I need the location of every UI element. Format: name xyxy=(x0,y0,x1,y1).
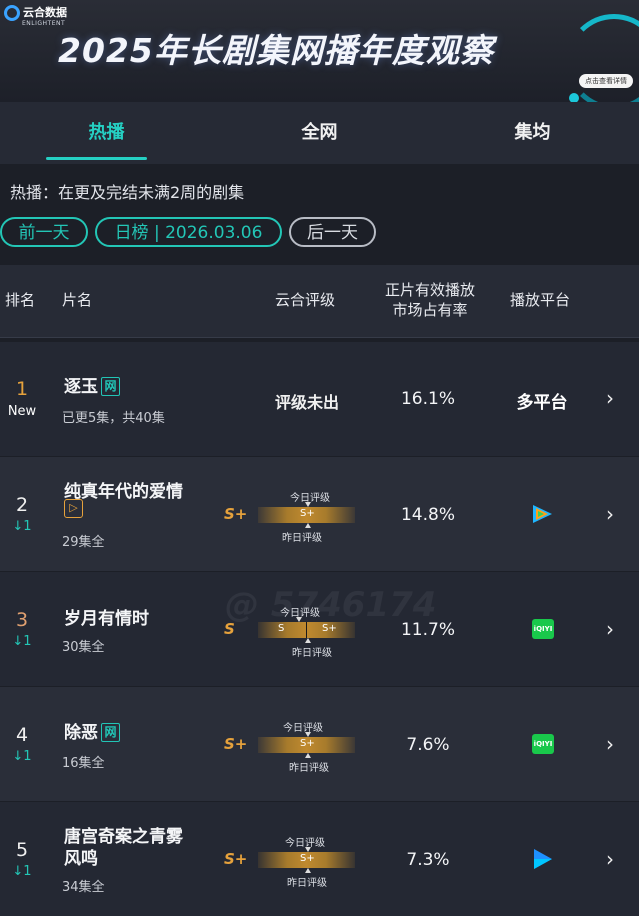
today-rating-label: 今日评级 xyxy=(283,723,323,734)
rank-change: ↓1 xyxy=(12,634,32,649)
promo-banner[interactable]: 云合数据 ENLIGHTENT 2025年长剧集网播年度观察 点击查看详情 xyxy=(0,0,639,102)
table-row[interactable]: 3 ↓1 岁月有情时 30集全 S 今日评级 S S+ 昨日评级 11.7% i… xyxy=(0,572,639,686)
chevron-right-icon[interactable]: › xyxy=(606,502,614,526)
market-share: 14.8% xyxy=(400,505,455,525)
iqiyi-icon[interactable]: iQIYI xyxy=(532,619,554,639)
market-share: 11.7% xyxy=(400,620,455,640)
episode-info: 30集全 xyxy=(62,640,105,655)
prev-day-button[interactable]: 前一天 xyxy=(0,217,88,247)
rating-bar: S+ xyxy=(258,852,355,868)
current-grade: S+ xyxy=(224,735,248,753)
yesterday-rating-label: 昨日评级 xyxy=(289,763,329,774)
rank-change: ↓1 xyxy=(12,864,32,879)
drama-title-line2: 风鸣 xyxy=(64,849,98,869)
bar-divider xyxy=(306,622,307,638)
play-badge-icon: ▷ xyxy=(64,499,83,518)
yesterday-marker-icon xyxy=(305,523,311,528)
bar-grade: S+ xyxy=(300,508,315,519)
tab-label: 热播 xyxy=(88,122,125,143)
episode-info: 29集全 xyxy=(62,535,105,550)
header-name: 片名 xyxy=(62,291,93,309)
chevron-right-icon[interactable]: › xyxy=(606,732,614,756)
iqiyi-icon[interactable]: iQIYI xyxy=(532,734,554,754)
yesterday-rating-label: 昨日评级 xyxy=(292,648,332,659)
rating-status: 评级未出 xyxy=(275,393,340,412)
current-grade: S+ xyxy=(224,505,248,523)
table-row[interactable]: 4 ↓1 除恶网 16集全 S+ 今日评级 S+ 昨日评级 7.6% iQIYI… xyxy=(0,687,639,801)
bar-grade: S xyxy=(278,623,285,634)
drama-title: 除恶网 xyxy=(64,718,120,743)
rank-number: 2 xyxy=(15,494,29,516)
tab-hot[interactable]: 热播 xyxy=(0,102,213,164)
rating-bar: S+ xyxy=(258,737,355,753)
episode-info: 已更5集，共40集 xyxy=(62,411,165,426)
web-drama-badge: 网 xyxy=(101,723,120,742)
bar-grade: S+ xyxy=(300,738,315,749)
rating-bar: S+ xyxy=(258,507,355,523)
current-grade: S+ xyxy=(224,850,248,868)
tab-label: 集均 xyxy=(514,122,551,143)
chevron-right-icon[interactable]: › xyxy=(606,847,614,871)
ring-graphic-icon xyxy=(566,14,639,102)
table-row[interactable]: 5 ↓1 唐宫奇案之青雾 风鸣 34集全 S+ 今日评级 S+ 昨日评级 7.3… xyxy=(0,802,639,916)
rank-change: ↓1 xyxy=(12,519,32,534)
drama-title: 逐玉网 xyxy=(64,372,120,397)
table-row[interactable]: 1 New 逐玉网 已更5集，共40集 评级未出 16.1% 多平台 › xyxy=(0,342,639,456)
header-share-line1: 正片有效播放 xyxy=(384,281,475,299)
episode-info: 16集全 xyxy=(62,756,105,771)
rank-number: 4 xyxy=(15,724,29,746)
rank-number: 3 xyxy=(15,609,29,631)
next-day-button[interactable]: 后一天 xyxy=(289,217,376,247)
logo-mark-icon xyxy=(4,5,20,21)
chevron-right-icon[interactable]: › xyxy=(606,617,614,641)
yesterday-marker-icon xyxy=(305,638,311,643)
yesterday-rating-label: 昨日评级 xyxy=(287,878,327,889)
market-share: 16.1% xyxy=(400,389,455,409)
web-drama-badge: 网 xyxy=(101,377,120,396)
yesterday-rating-label: 昨日评级 xyxy=(282,533,322,544)
tencent-video-icon[interactable] xyxy=(530,503,554,525)
tab-episode-average[interactable]: 集均 xyxy=(426,102,639,164)
date-selector[interactable]: 日榜 | 2026.03.06 xyxy=(95,217,282,247)
view-details-button[interactable]: 点击查看详情 xyxy=(579,74,633,88)
platform-label: 多平台 xyxy=(516,393,568,413)
rank-change: ↓1 xyxy=(12,749,32,764)
market-share: 7.6% xyxy=(406,735,450,755)
ring-dot-icon xyxy=(569,93,579,102)
header-platform: 播放平台 xyxy=(510,291,571,309)
rank-number: 5 xyxy=(15,839,29,861)
drama-title: 岁月有情时 xyxy=(64,609,149,629)
brand-logo: 云合数据 xyxy=(4,5,67,21)
bar-grade: S+ xyxy=(300,853,315,864)
tab-label: 全网 xyxy=(301,122,338,143)
yesterday-marker-icon xyxy=(305,753,311,758)
table-header: 排名 片名 云合评级 正片有效播放 市场占有率 播放平台 xyxy=(0,265,639,338)
youku-icon[interactable] xyxy=(532,847,554,871)
header-rating: 云合评级 xyxy=(275,291,336,309)
rank-change: New xyxy=(7,404,37,419)
list-description: 热播：在更及完结未满2周的剧集 xyxy=(10,183,245,202)
drama-title-text: 逐玉 xyxy=(64,377,98,397)
table-row[interactable]: 2 ↓1 纯真年代的爱情 ▷ 29集全 S+ 今日评级 S+ 昨日评级 14.8… xyxy=(0,457,639,571)
header-share-line2: 市场占有率 xyxy=(392,301,468,319)
market-share: 7.3% xyxy=(406,850,450,870)
drama-title-text: 除恶 xyxy=(64,723,98,743)
rating-bar: S S+ xyxy=(258,622,355,638)
header-market-share: 正片有效播放 市场占有率 xyxy=(380,280,480,320)
episode-info: 34集全 xyxy=(62,880,105,895)
banner-title: 2025年长剧集网播年度观察 xyxy=(58,31,494,70)
yesterday-marker-icon xyxy=(305,868,311,873)
tab-all-network[interactable]: 全网 xyxy=(213,102,426,164)
chevron-right-icon[interactable]: › xyxy=(606,386,614,410)
drama-title: 纯真年代的爱情 xyxy=(64,482,183,502)
header-rank: 排名 xyxy=(5,291,36,309)
rank-number: 1 xyxy=(15,378,29,400)
bar-grade: S+ xyxy=(322,623,337,634)
current-grade: S xyxy=(224,620,235,638)
tab-bar: 热播 全网 集均 xyxy=(0,102,639,164)
logo-text: 云合数据 xyxy=(23,6,67,19)
